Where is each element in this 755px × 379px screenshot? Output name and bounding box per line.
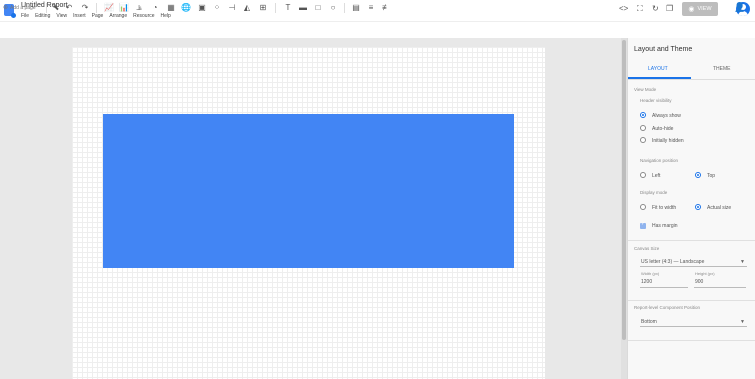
tab-layout[interactable]: LAYOUT [648,66,668,72]
radio-fit-to-width-label: Fit to width [652,205,677,211]
add-page-button[interactable]: ⊕ Add a page [3,4,36,12]
radio-auto-hide-label: Auto-hide [652,126,674,132]
menu-help[interactable]: Help [161,13,171,21]
has-margin-label: Has margin [652,223,678,229]
scatter-chart-icon[interactable]: ⁘ [212,3,222,12]
image-icon[interactable]: ▬ [298,3,308,12]
combo-chart-icon[interactable]: ⫡ [134,3,144,12]
section-divider [628,300,755,301]
section-divider [628,240,755,241]
display-mode-label: Display mode [640,190,668,195]
data-control-icon[interactable]: ≢ [381,3,391,12]
component-position-select-value[interactable]: Bottom [641,319,657,325]
has-margin-checkbox[interactable] [640,221,646,229]
menu-bar: File Editing View Insert Page Arrange Re… [21,13,171,21]
component-position-underline [640,326,747,327]
radio-fit-to-width[interactable] [640,204,646,210]
height-input-underline [694,287,746,288]
radio-nav-left[interactable] [640,172,646,178]
radio-actual-size[interactable] [695,204,701,210]
date-range-icon[interactable]: ▤ [351,3,361,12]
toolbar-divider [46,3,47,13]
radio-initially-hidden[interactable] [640,137,646,143]
rectangle-shape[interactable] [103,114,514,268]
width-label: Width (px) [641,271,660,276]
menu-editing[interactable]: Editing [35,13,50,21]
pivot-table-icon[interactable]: ⊞ [258,3,268,12]
fullscreen-icon[interactable]: ⛶ [637,4,643,14]
geo-map-icon[interactable]: 🌐 [181,3,191,12]
undo-icon[interactable]: ↶ [64,3,74,12]
toolbar [0,21,755,39]
table-icon[interactable]: ▦ [166,3,176,12]
area-chart-icon[interactable]: ◭ [242,3,252,12]
radio-actual-size-label: Actual size [707,205,732,211]
header-visibility-label: Header visibility [640,98,672,103]
radio-nav-left-label: Left [652,173,661,179]
pie-chart-icon[interactable]: ◔ [150,3,160,12]
menu-page[interactable]: Page [92,13,104,21]
eye-icon: ◉ [688,6,695,13]
tab-theme[interactable]: THEME [713,66,731,72]
panel-title: Layout and Theme [634,46,693,53]
radio-always-show[interactable] [640,112,646,118]
component-position-section-title: Report-level Component Position [634,305,701,310]
navigation-position-label: Navigation position [640,158,679,163]
toolbar-divider [344,3,345,13]
menu-file[interactable]: File [21,13,29,21]
bar-chart-icon[interactable]: 📊 [119,3,129,12]
canvas-size-select-underline [640,266,747,267]
add-page-label: Add a page [10,4,36,11]
tab-divider [628,79,755,80]
share-person-add-icon[interactable]: 👤 [734,3,745,12]
width-input[interactable]: 1200 [641,279,652,285]
refresh-icon[interactable]: ↻ [652,4,659,13]
view-button[interactable]: ◉ VIEW [682,2,718,16]
select-cursor-icon[interactable]: ⬉ [51,3,61,12]
canvas-size-select-value[interactable]: US letter (4:3) — Landscape [641,259,704,265]
toolbar-divider [275,3,276,13]
filter-control-icon[interactable]: ≡ [366,3,376,12]
redo-icon[interactable]: ↷ [80,3,90,12]
menu-view[interactable]: View [56,13,67,21]
height-label: Height (px) [695,271,715,276]
copy-icon[interactable]: ❐ [666,4,673,13]
add-circle-icon: ⊕ [3,5,9,11]
width-input-underline [640,287,688,288]
scrollbar-thumb[interactable] [622,40,626,340]
canvas-size-section-title: Canvas Size [634,246,660,251]
radio-nav-top[interactable] [695,172,701,178]
radio-initially-hidden-label: Initially hidden [652,138,684,144]
circle-icon[interactable]: ○ [328,3,338,12]
radio-always-show-label: Always show [652,113,681,119]
view-mode-section-title: View Mode [634,87,657,92]
text-box-icon[interactable]: T [283,3,293,12]
section-divider [628,340,755,341]
scorecard-icon[interactable]: ▣ [197,3,207,12]
code-icon[interactable]: <> [619,4,628,13]
menu-arrange[interactable]: Arrange [109,13,127,21]
view-button-label: VIEW [697,6,712,12]
bullet-chart-icon[interactable]: ⊣ [227,3,237,12]
time-series-chart-icon[interactable]: 📈 [104,3,114,12]
radio-auto-hide[interactable] [640,125,646,131]
chevron-down-icon[interactable]: ▼ [740,259,745,265]
rectangle-icon[interactable]: □ [313,3,323,12]
toolbar-divider [96,3,97,13]
menu-insert[interactable]: Insert [73,13,86,21]
radio-nav-top-label: Top [707,173,716,179]
menu-resource[interactable]: Resource [133,13,154,21]
height-input[interactable]: 900 [695,279,703,285]
chevron-down-icon[interactable]: ▼ [740,319,745,325]
